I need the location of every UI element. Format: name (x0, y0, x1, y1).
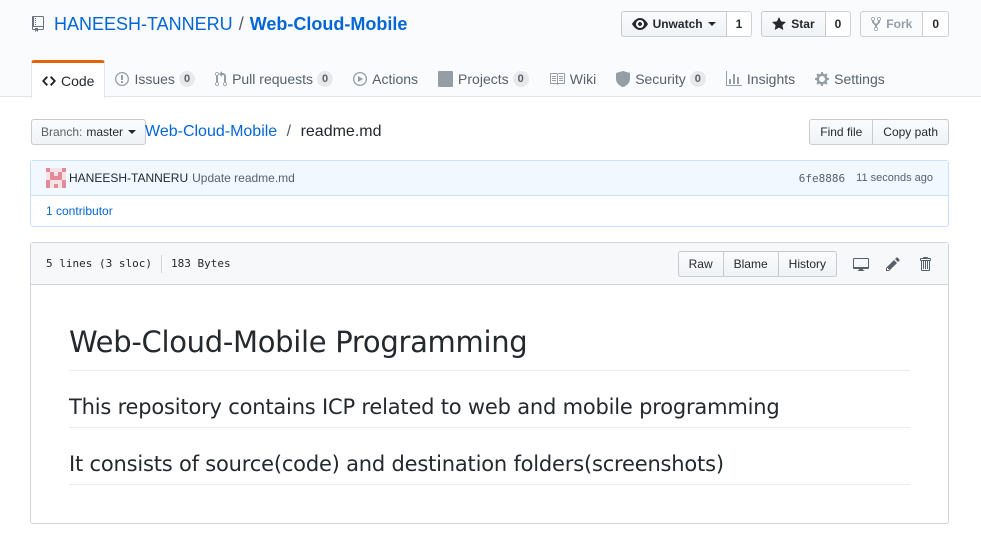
watch-count[interactable]: 1 (726, 11, 753, 37)
commit-meta: 6fe8886 11 seconds ago (799, 172, 933, 185)
tab-issues[interactable]: Issues 0 (105, 60, 205, 97)
star-icon (772, 17, 787, 30)
tab-pull-requests-label: Pull requests (232, 70, 313, 87)
info-divider (160, 254, 162, 273)
readme-subheading-2: It consists of source(code) and destinat… (69, 452, 910, 485)
watch-group: Unwatch 1 (620, 11, 753, 37)
file-lines: 5 lines (3 sloc) (46, 257, 152, 270)
title-separator: / (238, 13, 244, 34)
trash-icon[interactable] (917, 256, 933, 272)
history-button[interactable]: History (778, 250, 837, 277)
fork-button[interactable]: Fork (860, 11, 924, 37)
issue-icon (115, 71, 130, 86)
chevron-down-icon (707, 22, 716, 26)
play-icon (353, 71, 368, 86)
file-navigation: Branch: master Web-Cloud-Mobile / readme… (31, 119, 949, 145)
tab-projects-label: Projects (458, 70, 509, 87)
tab-pull-requests[interactable]: Pull requests 0 (205, 60, 343, 97)
branch-name: master (86, 125, 124, 139)
commit-message-link[interactable]: Update readme.md (192, 171, 295, 185)
pencil-icon[interactable] (885, 256, 901, 272)
code-icon (42, 75, 56, 86)
repo-title: HANEESH-TANNERU / Web-Cloud-Mobile (31, 13, 407, 35)
unwatch-button[interactable]: Unwatch (620, 11, 727, 37)
tab-insights-label: Insights (746, 70, 796, 87)
raw-button[interactable]: Raw (677, 250, 724, 277)
tab-actions-label: Actions (372, 70, 419, 87)
gear-icon (815, 71, 830, 86)
latest-commit: HANEESH-TANNERU Update readme.md 6fe8886… (31, 161, 948, 196)
tab-projects[interactable]: Projects 0 (428, 60, 539, 97)
fork-icon (871, 16, 882, 32)
tab-wiki-label: Wiki (569, 70, 597, 87)
file-header: 5 lines (3 sloc) 183 Bytes Raw Blame His… (31, 243, 948, 285)
star-label: Star (791, 17, 815, 31)
star-count[interactable]: 0 (825, 11, 852, 37)
shield-icon (616, 70, 631, 87)
copy-path-button[interactable]: Copy path (873, 119, 949, 145)
unwatch-label: Unwatch (652, 17, 703, 31)
issues-counter: 0 (178, 70, 196, 87)
tab-security[interactable]: Security 0 (606, 60, 716, 97)
file-viewer: 5 lines (3 sloc) 183 Bytes Raw Blame His… (30, 242, 949, 524)
fork-count[interactable]: 0 (923, 11, 949, 37)
file-size: 183 Bytes (170, 257, 231, 270)
tab-wiki[interactable]: Wiki (539, 60, 606, 97)
tab-issues-label: Issues (134, 70, 175, 87)
chevron-down-icon (128, 130, 137, 134)
commit-sha-link[interactable]: 6fe8886 (799, 172, 845, 185)
breadcrumb-file: readme.md (300, 123, 382, 140)
fork-label: Fork (886, 17, 913, 31)
repo-icon (32, 16, 44, 32)
branch-prefix: Branch: (41, 125, 83, 139)
commit-author-link[interactable]: HANEESH-TANNERU (69, 171, 188, 185)
branch-select-button[interactable]: Branch: master (31, 119, 147, 145)
repo-nav-tabs: Code Issues 0 Pull requests 0 Actions Pr… (31, 60, 895, 98)
pull-requests-counter: 0 (317, 70, 334, 87)
tab-code[interactable]: Code (31, 60, 106, 98)
graph-icon (725, 70, 742, 86)
star-group: Star 0 (761, 11, 852, 37)
repo-owner-link[interactable]: HANEESH-TANNERU (54, 14, 233, 35)
pull-request-icon (215, 70, 228, 86)
contributors-link[interactable]: 1 contributor (31, 196, 948, 226)
tab-settings[interactable]: Settings (805, 60, 895, 97)
tab-settings-label: Settings (834, 70, 885, 87)
tab-insights[interactable]: Insights (716, 60, 805, 97)
repo-actions: Unwatch 1 Star 0 Fork 0 (620, 11, 949, 37)
commit-time: 11 seconds ago (856, 172, 933, 184)
project-icon (438, 70, 454, 87)
breadcrumb-separator: / (286, 123, 292, 140)
security-counter: 0 (689, 70, 706, 87)
file-actions: Raw Blame History (677, 250, 933, 277)
breadcrumb: Web-Cloud-Mobile / readme.md (145, 123, 381, 141)
breadcrumb-repo-link[interactable]: Web-Cloud-Mobile (145, 123, 277, 140)
fork-group: Fork 0 (860, 11, 949, 37)
star-button[interactable]: Star (761, 11, 826, 37)
book-icon (549, 72, 565, 85)
repo-header: HANEESH-TANNERU / Web-Cloud-Mobile Unwat… (0, 0, 981, 98)
repo-name-link[interactable]: Web-Cloud-Mobile (250, 14, 408, 35)
find-file-button[interactable]: Find file (809, 119, 874, 145)
readme-content: Web-Cloud-Mobile Programming This reposi… (31, 325, 948, 485)
avatar[interactable] (46, 168, 66, 188)
readme-subheading-1: This repository contains ICP related to … (69, 395, 910, 428)
readme-heading: Web-Cloud-Mobile Programming (69, 325, 910, 371)
tab-code-label: Code (61, 72, 95, 89)
eye-icon (631, 18, 648, 30)
desktop-icon[interactable] (853, 256, 869, 272)
projects-counter: 0 (512, 70, 529, 87)
tab-security-label: Security (635, 70, 686, 87)
file-nav-buttons: Find file Copy path (809, 119, 949, 145)
commit-tease: HANEESH-TANNERU Update readme.md 6fe8886… (30, 160, 949, 227)
tab-actions[interactable]: Actions (343, 60, 428, 97)
blame-button[interactable]: Blame (723, 250, 779, 277)
file-info: 5 lines (3 sloc) 183 Bytes (46, 254, 231, 273)
